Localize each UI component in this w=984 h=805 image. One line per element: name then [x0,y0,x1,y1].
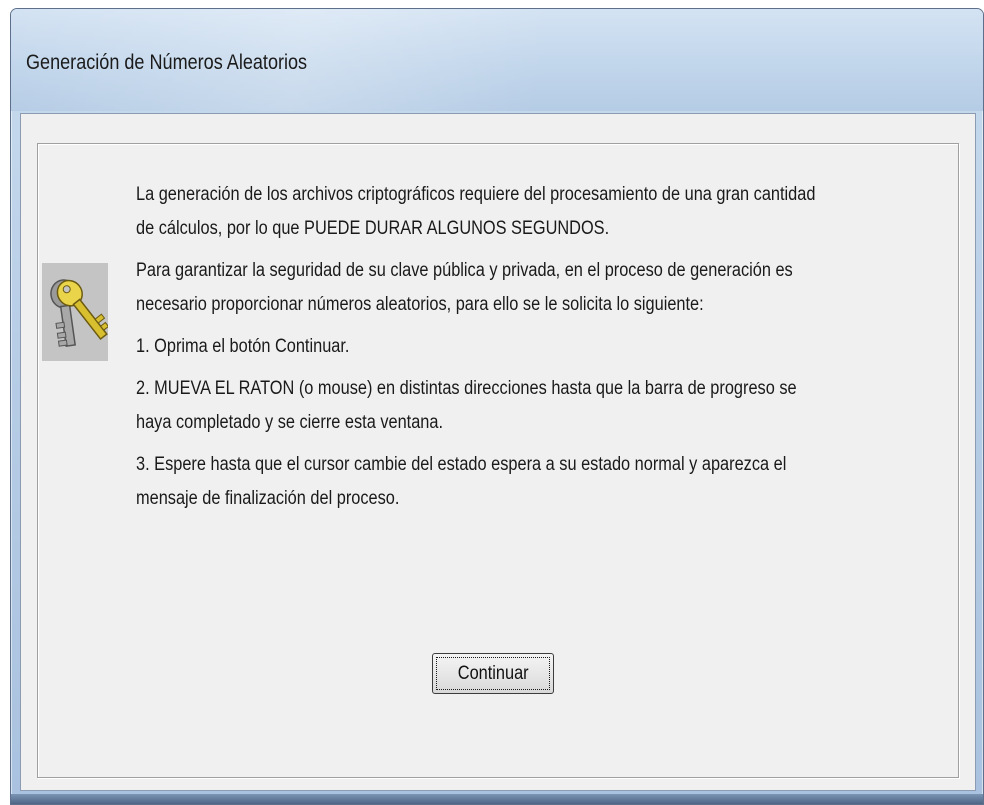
text-line: Para garantizar la seguridad de su clave… [136,260,793,281]
title-bar[interactable]: Generación de Números Aleatorios [11,9,983,111]
text-line: mensaje de finalización del proceso. [136,488,400,509]
continue-button[interactable]: Continuar [432,653,554,694]
paragraph-step-1: 1. Oprima el botón Continuar. [136,330,944,364]
paragraph-step-3: 3. Espere hasta que el cursor cambie del… [136,448,944,516]
paragraph-step-2: 2. MUEVA EL RATON (o mouse) en distintas… [136,372,944,440]
text-line: haya completado y se cierre esta ventana… [136,412,444,433]
keys-icon [42,263,108,361]
text-line: de cálculos, por lo que PUEDE DURAR ALGU… [136,218,610,239]
message-text: La generación de los archivos criptográf… [136,178,946,524]
text-line: La generación de los archivos criptográf… [136,184,816,205]
window-title: Generación de Números Aleatorios [26,51,308,74]
text-line: necesario proporcionar números aleatorio… [136,294,704,315]
paragraph-intro: La generación de los archivos criptográf… [136,178,944,246]
paragraph-security: Para garantizar la seguridad de su clave… [136,254,944,322]
focus-rectangle: Continuar [436,657,550,690]
text-line: 1. Oprima el botón Continuar. [136,336,350,357]
text-line: 3. Espere hasta que el cursor cambie del… [136,454,787,475]
text-line: 2. MUEVA EL RATON (o mouse) en distintas… [136,378,797,399]
continue-button-label: Continuar [457,662,529,684]
